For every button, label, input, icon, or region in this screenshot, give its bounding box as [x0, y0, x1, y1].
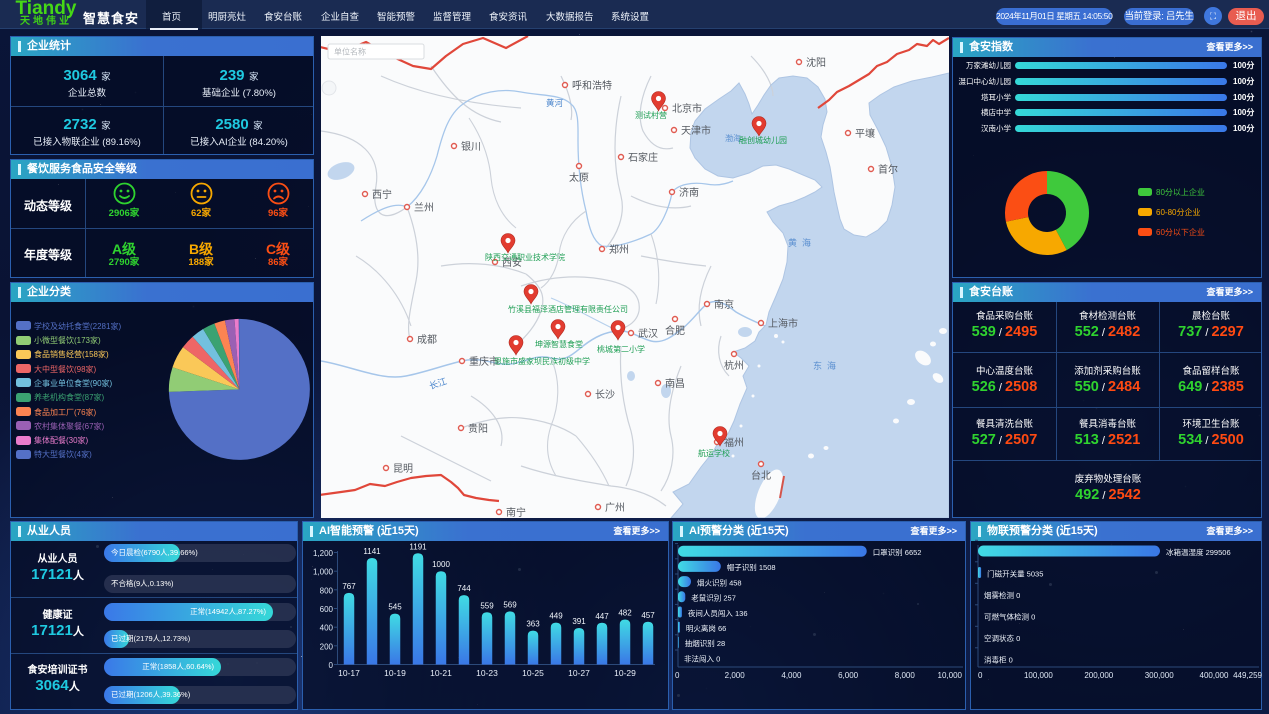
svg-text:黄海: 黄海 — [788, 237, 816, 248]
svg-text:300,000: 300,000 — [1145, 671, 1174, 680]
svg-text:200: 200 — [320, 642, 334, 651]
svg-text:600: 600 — [320, 605, 334, 614]
svg-text:1191: 1191 — [409, 542, 427, 551]
svg-text:545: 545 — [388, 603, 402, 612]
svg-text:1000: 1000 — [432, 560, 450, 569]
svg-text:10-29: 10-29 — [614, 668, 636, 678]
svg-text:测试村营: 测试村营 — [635, 110, 667, 120]
svg-text:449: 449 — [549, 612, 563, 621]
svg-text:100,000: 100,000 — [1024, 671, 1053, 680]
svg-text:沈阳: 沈阳 — [806, 56, 826, 69]
svg-text:口罩识别 6652: 口罩识别 6652 — [873, 548, 922, 557]
svg-text:陕西交通职业技术学院: 陕西交通职业技术学院 — [485, 252, 565, 262]
svg-text:合肥: 合肥 — [665, 324, 685, 337]
svg-text:烟火识别 458: 烟火识别 458 — [697, 578, 742, 587]
svg-text:成都: 成都 — [417, 334, 437, 346]
svg-text:首尔: 首尔 — [878, 163, 898, 176]
svg-text:457: 457 — [641, 611, 655, 620]
svg-text:559: 559 — [480, 601, 494, 610]
svg-text:1141: 1141 — [363, 547, 381, 556]
svg-text:569: 569 — [503, 600, 517, 609]
svg-text:单位名称: 单位名称 — [334, 47, 366, 57]
svg-text:南宁: 南宁 — [506, 506, 526, 518]
svg-text:贵阳: 贵阳 — [468, 422, 488, 435]
svg-text:台北: 台北 — [751, 469, 771, 482]
svg-text:老鼠识别 257: 老鼠识别 257 — [691, 593, 736, 603]
svg-text:10-21: 10-21 — [430, 668, 452, 678]
svg-text:武汉: 武汉 — [638, 327, 658, 340]
svg-text:北京市: 北京市 — [672, 102, 702, 115]
svg-text:6,000: 6,000 — [838, 671, 859, 680]
svg-text:482: 482 — [618, 609, 632, 618]
svg-text:4,000: 4,000 — [781, 671, 802, 680]
svg-text:长沙: 长沙 — [595, 389, 615, 401]
svg-text:744: 744 — [457, 584, 471, 593]
svg-text:天津市: 天津市 — [681, 124, 711, 137]
svg-text:济南: 济南 — [679, 186, 699, 199]
svg-text:消毒柜 0: 消毒柜 0 — [984, 654, 1013, 664]
svg-text:449,259: 449,259 — [1233, 671, 1262, 680]
svg-text:800: 800 — [320, 586, 334, 595]
svg-text:郑州: 郑州 — [609, 243, 629, 256]
svg-text:恩施市盛家坝民族初级中学: 恩施市盛家坝民族初级中学 — [494, 356, 590, 366]
svg-text:福州: 福州 — [724, 436, 744, 449]
svg-text:400,000: 400,000 — [1200, 671, 1229, 680]
svg-text:黄河: 黄河 — [546, 98, 564, 108]
svg-text:400: 400 — [320, 624, 334, 633]
svg-text:2,000: 2,000 — [725, 671, 746, 680]
svg-text:平壤: 平壤 — [855, 127, 875, 140]
svg-text:西宁: 西宁 — [372, 188, 392, 201]
svg-text:东海: 东海 — [813, 360, 841, 371]
svg-text:太原: 太原 — [569, 171, 589, 184]
svg-text:空调状态 0: 空调状态 0 — [984, 633, 1020, 643]
svg-text:10-25: 10-25 — [522, 668, 544, 678]
svg-text:昆明: 昆明 — [393, 463, 413, 475]
svg-text:1,000: 1,000 — [313, 568, 334, 577]
svg-text:200,000: 200,000 — [1084, 671, 1113, 680]
svg-text:石家庄: 石家庄 — [628, 151, 658, 164]
svg-text:桃城第二小学: 桃城第二小学 — [597, 344, 645, 354]
svg-text:兰州: 兰州 — [414, 201, 434, 214]
svg-text:广州: 广州 — [605, 502, 625, 514]
svg-text:竹溪县福泽酒店管理有限责任公司: 竹溪县福泽酒店管理有限责任公司 — [508, 304, 628, 314]
svg-text:冰箱温湿度 299506: 冰箱温湿度 299506 — [1166, 547, 1231, 557]
svg-text:0: 0 — [329, 661, 334, 670]
svg-text:10-19: 10-19 — [384, 668, 406, 678]
svg-text:呼和浩特: 呼和浩特 — [572, 80, 612, 92]
svg-text:南京: 南京 — [714, 298, 734, 311]
svg-text:10-27: 10-27 — [568, 668, 590, 678]
svg-text:10-17: 10-17 — [338, 668, 360, 678]
svg-text:0: 0 — [978, 671, 983, 680]
svg-text:明火离岗 66: 明火离岗 66 — [686, 623, 726, 633]
svg-text:447: 447 — [595, 612, 609, 621]
svg-text:可燃气体检测 0: 可燃气体检测 0 — [984, 611, 1035, 621]
svg-text:10-23: 10-23 — [476, 668, 498, 678]
svg-text:坤源智慧食堂: 坤源智慧食堂 — [535, 339, 583, 349]
svg-text:融创城幼儿园: 融创城幼儿园 — [739, 135, 787, 145]
svg-text:363: 363 — [526, 620, 540, 629]
svg-text:抽烟识别 28: 抽烟识别 28 — [685, 638, 725, 648]
svg-text:帽子识别 1508: 帽子识别 1508 — [727, 562, 776, 572]
svg-text:门磁开关量 5035: 门磁开关量 5035 — [987, 568, 1043, 578]
svg-text:杭州: 杭州 — [724, 359, 744, 372]
svg-text:非法闯入 0: 非法闯入 0 — [684, 653, 720, 663]
svg-text:银川: 银川 — [461, 140, 481, 153]
svg-text:烟雾检测 0: 烟雾检测 0 — [984, 590, 1020, 600]
svg-text:0: 0 — [675, 671, 680, 680]
svg-text:1,200: 1,200 — [313, 549, 334, 558]
svg-text:767: 767 — [342, 582, 356, 591]
svg-text:南昌: 南昌 — [665, 377, 685, 390]
svg-text:391: 391 — [572, 617, 586, 626]
svg-text:10,000: 10,000 — [938, 671, 963, 680]
svg-text:夜间人员闯入 136: 夜间人员闯入 136 — [688, 608, 748, 618]
svg-text:8,000: 8,000 — [895, 671, 916, 680]
svg-text:上海市: 上海市 — [768, 317, 798, 330]
svg-text:航运学校: 航运学校 — [698, 448, 730, 458]
